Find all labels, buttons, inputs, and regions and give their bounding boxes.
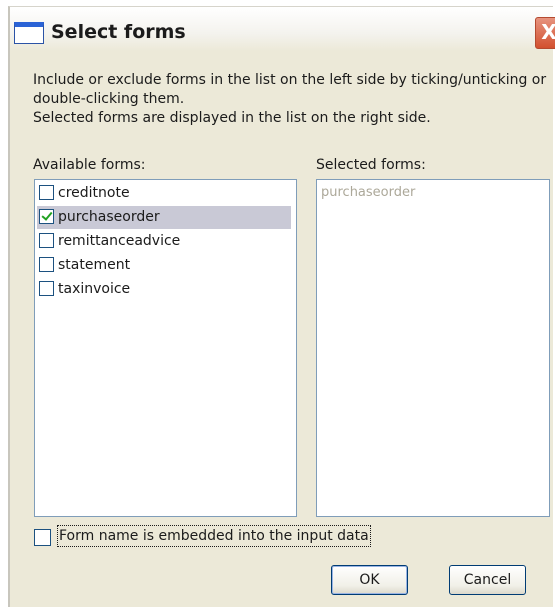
list-item-remittanceadvice[interactable]: remittanceadvice xyxy=(37,230,291,253)
checkbox-purchaseorder[interactable] xyxy=(39,209,54,224)
list-item-taxinvoice[interactable]: taxinvoice xyxy=(37,278,291,301)
list-item-purchaseorder[interactable]: purchaseorder xyxy=(37,206,291,229)
list-item-label: purchaseorder xyxy=(58,209,160,225)
list-item-label: creditnote xyxy=(58,185,130,201)
embedded-form-name-label[interactable]: Form name is embedded into the input dat… xyxy=(57,525,371,547)
list-item-statement[interactable]: statement xyxy=(37,254,291,277)
instructions: Include or exclude forms in the list on … xyxy=(33,71,553,128)
available-forms-label: Available forms: xyxy=(33,157,146,173)
selected-forms-label: Selected forms: xyxy=(316,157,426,173)
instructions-line-2: double-clicking them. xyxy=(33,91,185,107)
list-item-label: remittanceadvice xyxy=(58,233,181,249)
selected-forms-list[interactable]: purchaseorder xyxy=(316,179,550,517)
title-bar[interactable]: Select forms X xyxy=(10,7,555,51)
list-item-label: statement xyxy=(58,257,131,273)
instructions-line-1: Include or exclude forms in the list on … xyxy=(33,72,547,88)
checkbox-statement[interactable] xyxy=(39,257,54,272)
checkbox-creditnote[interactable] xyxy=(39,185,54,200)
checkbox-taxinvoice[interactable] xyxy=(39,281,54,296)
available-forms-list[interactable]: creditnote purchaseorder remittanceadvic… xyxy=(34,179,297,517)
cancel-button[interactable]: Cancel xyxy=(449,565,526,595)
instructions-line-3: Selected forms are displayed in the list… xyxy=(33,110,431,126)
selected-item-purchaseorder: purchaseorder xyxy=(321,185,416,200)
dialog-title: Select forms xyxy=(51,21,186,43)
close-icon[interactable]: X xyxy=(535,17,555,49)
list-item-label: taxinvoice xyxy=(58,281,131,297)
select-forms-dialog: Select forms X Include or exclude forms … xyxy=(8,6,555,607)
embedded-form-name-checkbox[interactable] xyxy=(34,529,51,546)
window-icon xyxy=(14,22,44,44)
ok-button[interactable]: OK xyxy=(331,565,408,595)
list-item-creditnote[interactable]: creditnote xyxy=(37,182,291,205)
checkbox-remittanceadvice[interactable] xyxy=(39,233,54,248)
